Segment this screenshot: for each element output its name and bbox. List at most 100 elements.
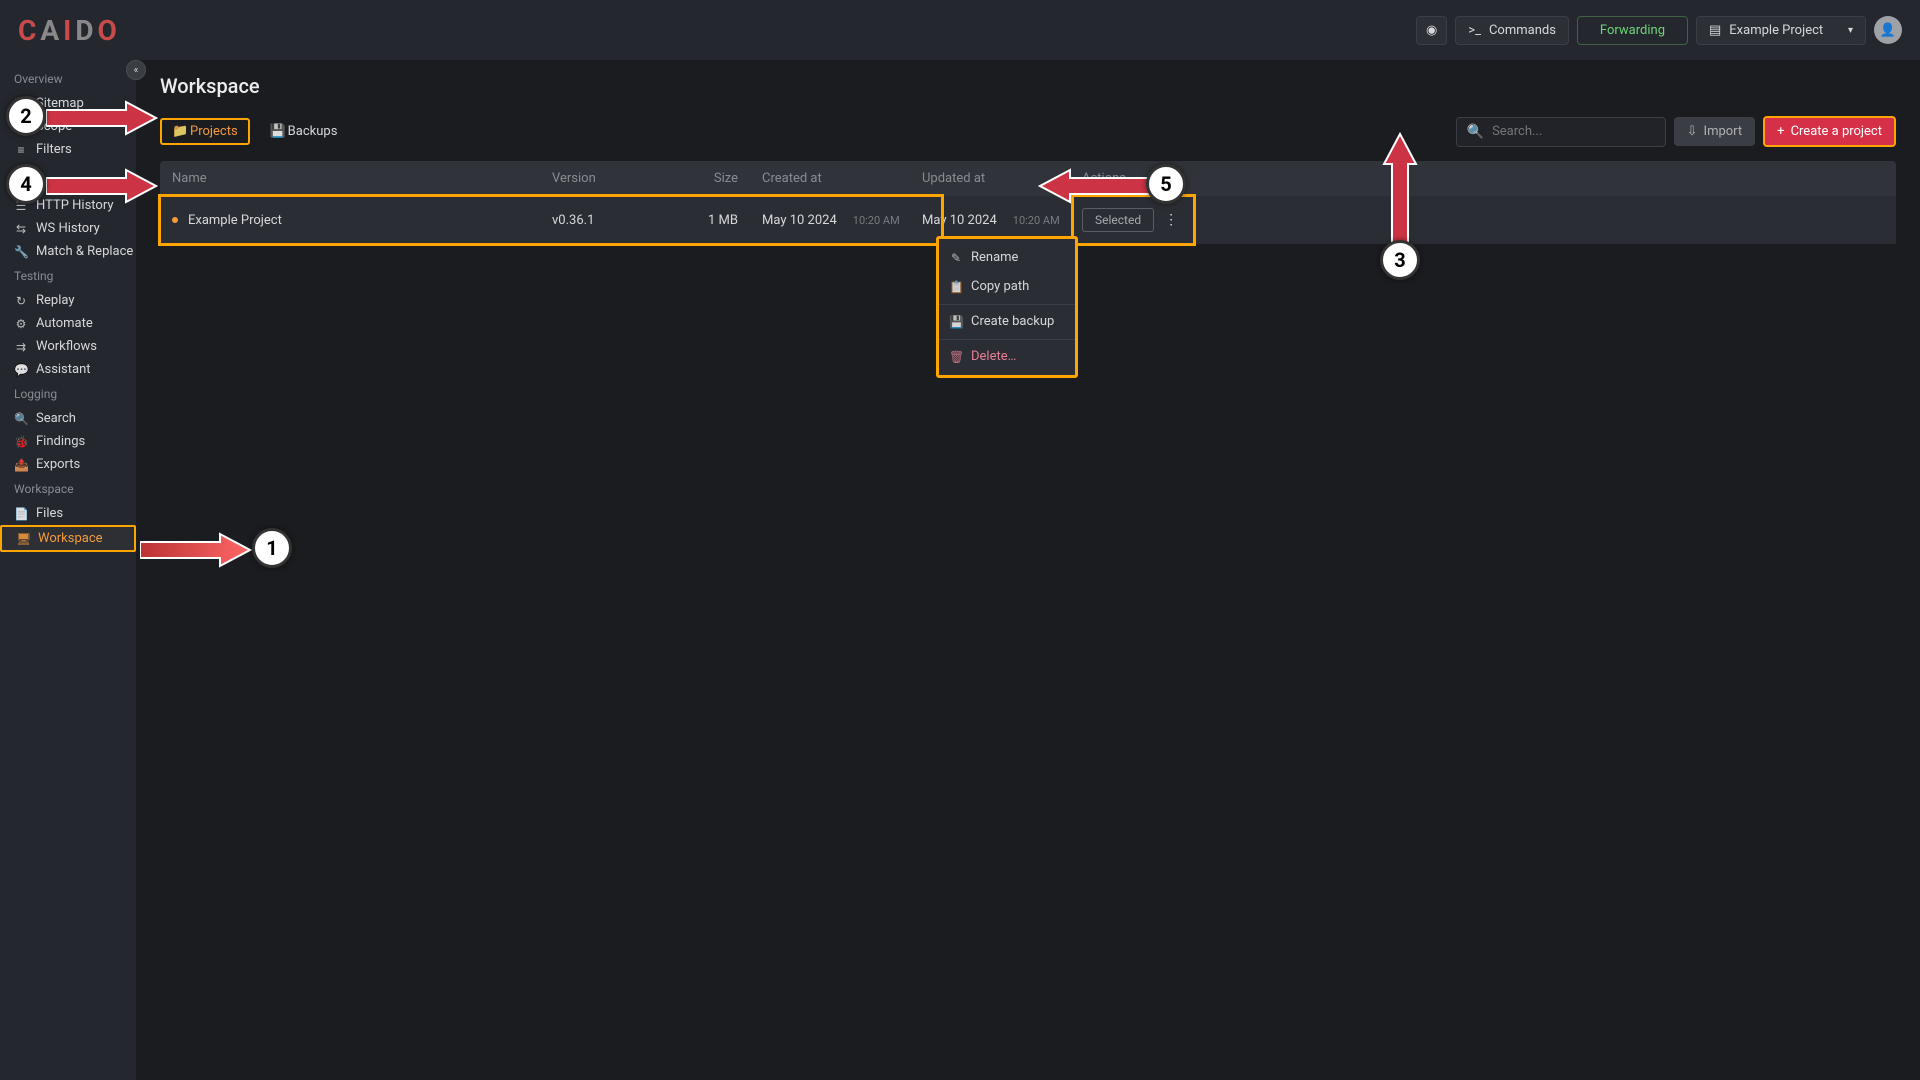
sidebar-label: Workflows	[36, 339, 97, 354]
chat-icon: 💬	[14, 363, 28, 377]
sidebar-label: Exports	[36, 457, 80, 472]
project-name: Example Project	[188, 213, 282, 228]
folder-icon: 📁	[172, 124, 184, 139]
forwarding-button[interactable]: Forwarding	[1577, 16, 1688, 45]
menu-label: Copy path	[971, 279, 1029, 294]
tab-label: Projects	[190, 124, 238, 139]
menu-copy-path[interactable]: 📋 Copy path	[939, 272, 1075, 301]
table-row[interactable]: Example Project v0.36.1 1 MB May 10 2024…	[160, 196, 1896, 244]
status-dot-icon	[172, 217, 178, 223]
sidebar-label: Assistant	[36, 362, 91, 377]
sidebar-label: Files	[36, 506, 63, 521]
filters-icon: ≡	[14, 143, 28, 157]
search-input[interactable]	[1492, 124, 1658, 139]
row-menu-button[interactable]: ⋮	[1160, 212, 1182, 228]
sidebar-label: Match & Replace	[36, 244, 133, 259]
updated-time: 10:20 AM	[1013, 214, 1060, 227]
sidebar-item-match-replace[interactable]: 🔧 Match & Replace	[0, 240, 136, 263]
question-icon: ◉	[1426, 23, 1437, 38]
sidebar-label: Search	[36, 411, 76, 426]
updated-date: May 10 2024	[922, 213, 997, 228]
import-button[interactable]: ⇩ Import	[1674, 117, 1756, 146]
cell-actions: Selected ⋮	[1070, 196, 1896, 244]
trash-icon: 🗑	[949, 350, 963, 364]
disk-icon: 💾	[270, 124, 282, 139]
commands-label: Commands	[1489, 23, 1556, 38]
sidebar-label: Replay	[36, 293, 75, 308]
export-icon: 📤	[14, 458, 28, 472]
project-label: Example Project	[1729, 23, 1823, 38]
section-logging: Logging	[0, 381, 136, 407]
search-icon: 🔍	[14, 412, 28, 426]
sidebar-label: Findings	[36, 434, 85, 449]
section-testing: Testing	[0, 263, 136, 289]
col-created: Created at	[750, 161, 910, 196]
replay-icon: ↻	[14, 294, 28, 308]
collapse-sidebar-button[interactable]: «	[126, 60, 146, 80]
user-icon: 👤	[1880, 23, 1896, 38]
col-actions: Actions	[1070, 161, 1896, 196]
sidebar-item-findings[interactable]: 🐞 Findings	[0, 430, 136, 453]
sidebar-item-search[interactable]: 🔍 Search	[0, 407, 136, 430]
sidebar-item-automate[interactable]: ⚙ Automate	[0, 312, 136, 335]
sidebar-item-ws-history[interactable]: ⇆ WS History	[0, 217, 136, 240]
pencil-icon: ✎	[949, 251, 963, 265]
forwarding-label: Forwarding	[1600, 23, 1665, 38]
sidebar-label: Filters	[36, 142, 72, 157]
page-title: Workspace	[160, 74, 1896, 98]
sidebar-item-files[interactable]: 📄 Files	[0, 502, 136, 525]
cell-name: Example Project	[160, 201, 540, 240]
project-selector[interactable]: ▤ Example Project ▾	[1696, 16, 1866, 45]
automate-icon: ⚙	[14, 317, 28, 331]
annotation-badge-1: 1	[252, 528, 292, 568]
menu-label: Delete…	[971, 349, 1016, 364]
sidebar-item-exports[interactable]: 📤 Exports	[0, 453, 136, 476]
menu-rename[interactable]: ✎ Rename	[939, 243, 1075, 272]
col-name: Name	[160, 161, 540, 196]
file-icon: 📄	[14, 507, 28, 521]
row-context-menu: ✎ Rename 📋 Copy path 💾 Create backup	[936, 236, 1078, 378]
folder-icon: ▤	[1709, 23, 1721, 38]
import-icon: ⇩	[1687, 124, 1698, 139]
col-version: Version	[540, 161, 660, 196]
sidebar-label: Workspace	[38, 531, 103, 546]
cell-created: May 10 2024 10:20 AM	[750, 201, 910, 240]
copy-icon: 📋	[949, 280, 963, 294]
menu-label: Rename	[971, 250, 1018, 265]
commands-button[interactable]: >_ Commands	[1455, 16, 1569, 45]
project-version: v0.36.1	[552, 213, 594, 228]
top-header: CAIDO ◉ >_ Commands Forwarding ▤ Example…	[0, 0, 1920, 60]
search-input-wrapper[interactable]: 🔍	[1456, 117, 1666, 147]
help-button[interactable]: ◉	[1416, 16, 1447, 45]
created-time: 10:20 AM	[853, 214, 900, 227]
selected-badge[interactable]: Selected	[1082, 208, 1154, 232]
annotation-badge-3: 3	[1380, 240, 1420, 280]
create-label: Create a project	[1791, 124, 1882, 139]
sidebar-label: WS History	[36, 221, 100, 236]
app-logo: CAIDO	[18, 14, 121, 47]
tab-label: Backups	[288, 124, 338, 139]
section-overview: Overview	[0, 66, 136, 92]
create-project-button[interactable]: + Create a project	[1763, 116, 1896, 147]
sidebar-item-workflows[interactable]: ⇉ Workflows	[0, 335, 136, 358]
user-avatar[interactable]: 👤	[1874, 16, 1902, 44]
tab-backups[interactable]: 💾 Backups	[260, 120, 348, 143]
sidebar-item-replay[interactable]: ↻ Replay	[0, 289, 136, 312]
sidebar-item-filters[interactable]: ≡ Filters	[0, 138, 136, 161]
cell-version: v0.36.1	[540, 201, 660, 240]
section-workspace: Workspace	[0, 476, 136, 502]
bug-icon: 🐞	[14, 435, 28, 449]
workflow-icon: ⇉	[14, 340, 28, 354]
menu-label: Create backup	[971, 314, 1054, 329]
disk-icon: 💾	[949, 315, 963, 329]
col-size: Size	[660, 161, 750, 196]
menu-create-backup[interactable]: 💾 Create backup	[939, 304, 1075, 336]
created-date: May 10 2024	[762, 213, 837, 228]
tab-projects[interactable]: 📁 Projects	[160, 118, 250, 145]
import-label: Import	[1704, 124, 1743, 139]
annotation-badge-5: 5	[1146, 164, 1186, 204]
sidebar-item-assistant[interactable]: 💬 Assistant	[0, 358, 136, 381]
sidebar-item-workspace[interactable]: 🖥 Workspace	[0, 525, 136, 552]
sidebar: « Overview 🗺 Sitemap ◎ Scope ≡ Filters ⇄…	[0, 60, 136, 1080]
menu-delete[interactable]: 🗑 Delete…	[939, 339, 1075, 371]
